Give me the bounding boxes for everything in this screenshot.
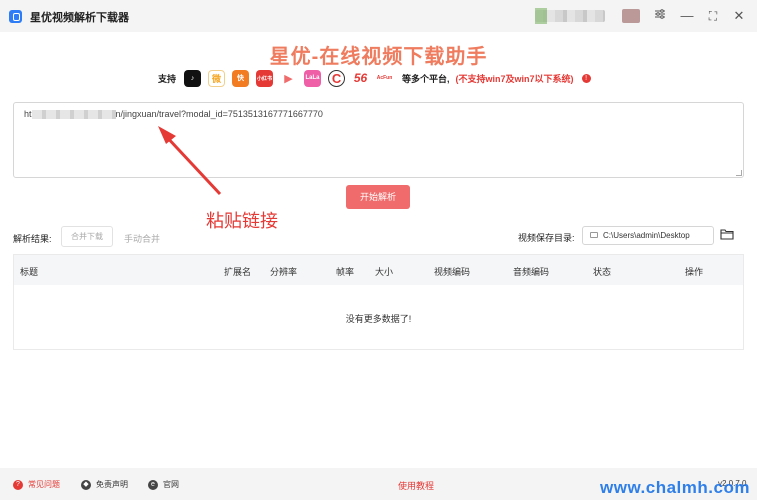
douyin-icon: ♪ xyxy=(184,69,202,87)
question-icon: ? xyxy=(13,479,23,490)
tutorial-link[interactable]: 使用教程 xyxy=(398,479,434,492)
results-label: 解析结果: xyxy=(13,234,52,244)
save-dir-field[interactable]: C:\Users\admin\Desktop xyxy=(582,226,714,245)
merge-download-button[interactable]: 合并下载 xyxy=(61,226,113,247)
avatar[interactable] xyxy=(622,9,640,23)
minimize-button[interactable]: — xyxy=(679,8,695,24)
table-header: 标题 扩展名 分辨率 帧率 大小 视频编码 音频编码 状态 操作 xyxy=(14,255,743,285)
56-icon: 56 xyxy=(352,69,370,87)
paste-link-annotation: 粘贴链接 xyxy=(206,211,278,231)
empty-table-message: 没有更多数据了! xyxy=(345,314,412,324)
faq-link[interactable]: ? 常见问题 xyxy=(13,479,60,490)
disclaimer-label: 免责声明 xyxy=(96,480,128,489)
user-name-blurred[interactable] xyxy=(535,8,605,24)
start-parse-button[interactable]: 开始解析 xyxy=(346,185,410,209)
play-icon: ▶ xyxy=(280,69,298,87)
weibo-icon: 微 xyxy=(208,69,226,87)
win7-warning: (不支持win7及win7以下系统) xyxy=(455,73,574,84)
xiaohongshu-icon: 小红书 xyxy=(256,69,274,87)
url-input[interactable]: ht n/jingxuan/travel?modal_id=75135131677… xyxy=(13,102,744,178)
sliders-icon[interactable] xyxy=(652,8,668,24)
website-label: 官网 xyxy=(163,480,179,489)
col-video-codec: 视频编码 xyxy=(434,267,471,277)
watermark: www.chalmh.com xyxy=(600,478,750,497)
lala-icon: LaLa xyxy=(304,69,322,87)
page-headline: 星优-在线视频下载助手 xyxy=(269,46,488,68)
col-extension: 扩展名 xyxy=(224,267,252,277)
info-icon[interactable]: ! xyxy=(581,73,591,83)
faq-label: 常见问题 xyxy=(28,480,60,489)
acfun-icon: AcFun xyxy=(376,69,394,87)
url-suffix: n/jingxuan/travel?modal_id=7513513167771… xyxy=(115,109,323,119)
shield-icon: ◆ xyxy=(81,479,91,490)
app-title: 星优视频解析下载器 xyxy=(30,12,129,24)
platform-row: 支持 ♪ 微 快 小红书 ▶ LaLa C 56 AcFun 等多个平台, (不… xyxy=(158,68,591,88)
kuaishou-icon: 快 xyxy=(232,69,250,87)
col-status: 状态 xyxy=(593,267,612,277)
c-icon: C xyxy=(328,69,346,87)
save-dir-value: C:\Users\admin\Desktop xyxy=(603,231,690,240)
title-bar: 星优视频解析下载器 — ⛶ ✕ xyxy=(0,0,757,32)
close-button[interactable]: ✕ xyxy=(731,8,747,24)
manual-merge-link[interactable]: 手动合并 xyxy=(124,232,160,245)
support-label: 支持 xyxy=(158,73,177,84)
url-blurred-segment xyxy=(31,110,116,120)
globe-icon: e xyxy=(148,479,158,490)
disclaimer-link[interactable]: ◆ 免责声明 xyxy=(81,479,128,490)
open-folder-icon[interactable] xyxy=(720,228,734,240)
col-size: 大小 xyxy=(375,267,394,277)
col-resolution: 分辨率 xyxy=(270,267,298,277)
red-arrow-annotation xyxy=(158,126,222,196)
maximize-button[interactable]: ⛶ xyxy=(705,8,721,24)
results-table: 标题 扩展名 分辨率 帧率 大小 视频编码 音频编码 状态 操作 没有更多数据了… xyxy=(13,254,744,350)
col-framerate: 帧率 xyxy=(336,267,355,277)
col-actions: 操作 xyxy=(685,267,704,277)
app-logo-icon xyxy=(9,10,22,23)
website-link[interactable]: e 官网 xyxy=(148,479,179,490)
col-title: 标题 xyxy=(20,267,39,277)
save-dir-label: 视频保存目录: xyxy=(518,233,575,243)
col-audio-codec: 音频编码 xyxy=(513,267,550,277)
url-prefix: ht xyxy=(24,109,32,119)
folder-small-icon xyxy=(590,232,598,238)
resize-grip-icon[interactable] xyxy=(736,170,742,176)
more-platforms-label: 等多个平台, xyxy=(402,73,450,84)
main-panel: 星优-在线视频下载助手 支持 ♪ 微 快 小红书 ▶ LaLa C 56 AcF… xyxy=(0,32,757,468)
